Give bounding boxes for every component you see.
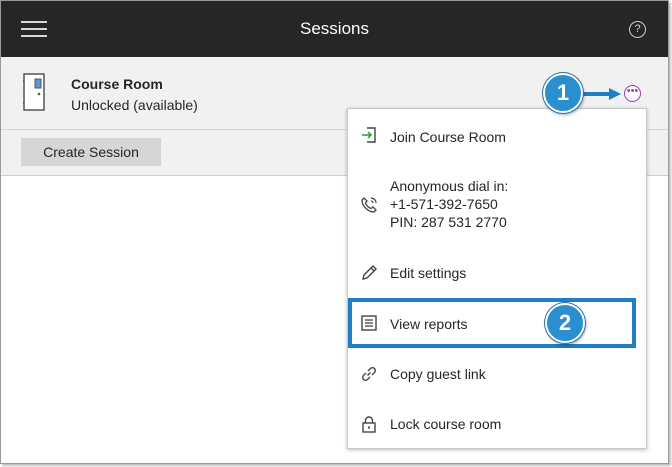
- view-reports-highlight: [348, 298, 636, 348]
- menu-item-label: Join Course Room: [390, 129, 506, 145]
- menu-item-lock-course-room[interactable]: Lock course room: [348, 411, 646, 441]
- more-options-icon[interactable]: •••: [624, 85, 641, 102]
- sessions-panel: Sessions ? Course Room Unlocked (availab…: [0, 0, 669, 464]
- link-icon: [361, 366, 377, 382]
- dial-in-info: Anonymous dial in: +1-571-392-7650 PIN: …: [390, 177, 508, 231]
- door-icon: [23, 73, 45, 111]
- pencil-icon: [362, 265, 377, 280]
- dial-in-label: Anonymous dial in:: [390, 178, 509, 194]
- phone-icon: [361, 197, 377, 213]
- room-name: Course Room: [71, 76, 163, 92]
- top-bar: Sessions ?: [1, 1, 668, 57]
- arrow-icon: [581, 88, 621, 100]
- menu-item-label: Edit settings: [390, 265, 467, 281]
- menu-item-copy-guest-link[interactable]: Copy guest link: [348, 361, 646, 391]
- room-status: Unlocked (available): [71, 97, 198, 113]
- step-2-badge: 2: [545, 303, 585, 343]
- menu-item-anonymous-dial-in[interactable]: Anonymous dial in: +1-571-392-7650 PIN: …: [348, 177, 646, 235]
- menu-item-join-course-room[interactable]: Join Course Room: [348, 123, 646, 153]
- dial-in-phone: +1-571-392-7650: [390, 196, 498, 212]
- menu-item-label: Copy guest link: [390, 366, 486, 382]
- step-1-badge: 1: [543, 73, 583, 113]
- dial-in-pin: PIN: 287 531 2770: [390, 214, 507, 230]
- help-icon[interactable]: ?: [629, 21, 646, 38]
- page-title: Sessions: [300, 19, 369, 38]
- enter-icon: [362, 127, 376, 143]
- create-session-button[interactable]: Create Session: [21, 138, 161, 166]
- lock-icon: [362, 416, 376, 433]
- menu-item-edit-settings[interactable]: Edit settings: [348, 259, 646, 289]
- menu-item-label: Lock course room: [390, 416, 502, 432]
- room-options-menu: Join Course Room Anonymous dial in: +1-5…: [347, 108, 647, 449]
